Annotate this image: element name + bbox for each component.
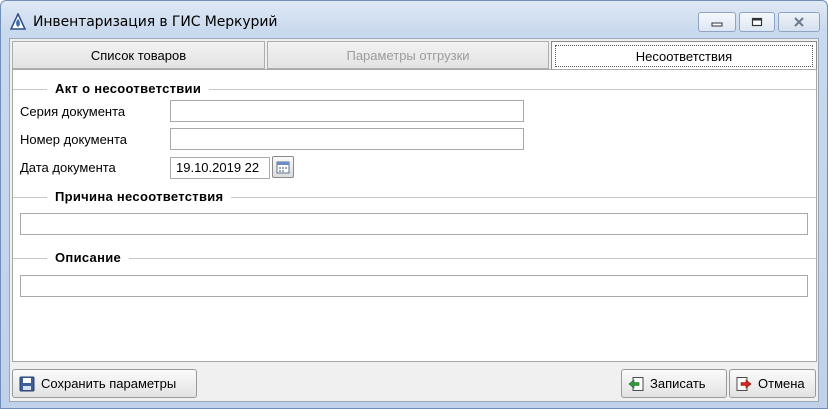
section-divider [13, 258, 816, 259]
write-label: Записать [650, 376, 706, 391]
cancel-label: Отмена [758, 376, 805, 391]
cancel-exit-icon [736, 376, 752, 391]
write-button[interactable]: Записать [621, 369, 727, 398]
tab-goods-list[interactable]: Список товаров [12, 41, 265, 69]
minimize-button[interactable] [698, 12, 736, 32]
close-button[interactable] [778, 12, 820, 32]
date-input[interactable]: 19.10.2019 22 [170, 157, 270, 179]
nonconformities-panel: Акт о несоответствии Серия документа Ном… [12, 69, 817, 362]
application-window: Инвентаризация в ГИС Меркурий Список тов… [0, 0, 828, 409]
app-icon [9, 13, 27, 30]
cancel-button[interactable]: Отмена [729, 369, 816, 398]
title-bar[interactable]: Инвентаризация в ГИС Меркурий [1, 1, 827, 37]
act-section-title: Акт о несоответствии [47, 81, 210, 96]
maximize-button[interactable] [739, 12, 775, 32]
dialog-client-area: Список товаров Параметры отгрузки Несоот… [9, 38, 819, 402]
series-input[interactable] [170, 100, 524, 122]
reason-input[interactable] [20, 213, 808, 235]
tab-shipment-params[interactable]: Параметры отгрузки [267, 41, 549, 69]
save-params-label: Сохранить параметры [41, 376, 177, 391]
date-label: Дата документа [20, 160, 116, 175]
save-params-button[interactable]: Сохранить параметры [12, 369, 197, 398]
focus-rect [555, 45, 813, 67]
minimize-icon [711, 22, 723, 27]
calendar-button[interactable] [272, 156, 294, 178]
floppy-disk-icon [19, 376, 35, 391]
window-title: Инвентаризация в ГИС Меркурий [33, 14, 278, 30]
description-input[interactable] [20, 275, 808, 297]
reason-section-title: Причина несоответствия [47, 189, 232, 204]
calendar-icon [276, 161, 290, 174]
number-input[interactable] [170, 128, 524, 150]
number-label: Номер документа [20, 132, 128, 147]
write-arrow-icon [628, 376, 644, 391]
tab-label: Список товаров [90, 47, 187, 63]
description-section-title: Описание [47, 250, 130, 265]
maximize-icon [751, 17, 763, 27]
series-label: Серия документа [20, 104, 126, 119]
tab-nonconformities[interactable]: Несоответствия [551, 41, 817, 70]
close-icon [794, 17, 804, 27]
tab-label: Параметры отгрузки [346, 47, 470, 63]
